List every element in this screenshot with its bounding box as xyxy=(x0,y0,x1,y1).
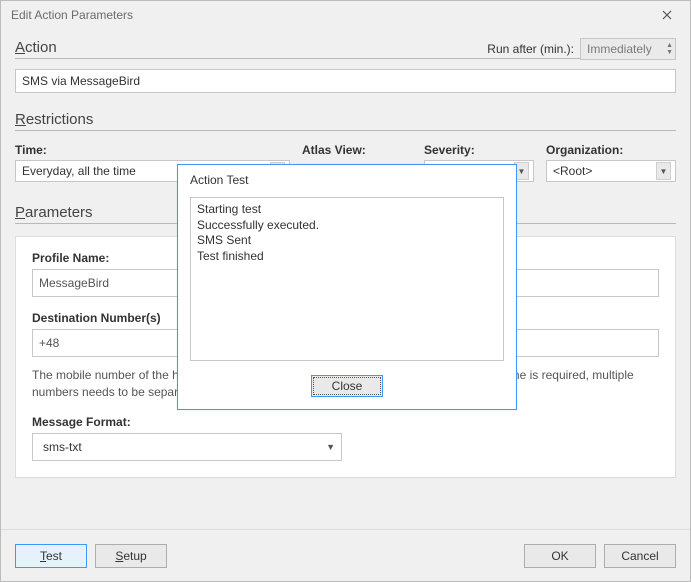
time-value: Everyday, all the time xyxy=(22,164,136,178)
action-test-close-button[interactable]: Close xyxy=(311,375,383,397)
left-button-group: Test Setup xyxy=(15,544,167,568)
ok-button[interactable]: OK xyxy=(524,544,596,568)
organization-label: Organization: xyxy=(546,143,676,157)
action-name-input[interactable] xyxy=(15,69,676,93)
message-format-block: Message Format: sms-txt ▼ xyxy=(32,415,659,461)
window-close-button[interactable] xyxy=(652,5,682,25)
run-after-value: Immediately xyxy=(587,42,652,56)
organization-select[interactable]: <Root> ▼ xyxy=(546,160,676,182)
run-after-spinner[interactable]: ▲ ▼ xyxy=(666,42,673,56)
titlebar: Edit Action Parameters xyxy=(1,1,690,29)
organization-column: Organization: <Root> ▼ xyxy=(546,143,676,182)
chevron-down-icon: ▼ xyxy=(326,442,335,452)
spinner-up-icon[interactable]: ▲ xyxy=(666,42,673,49)
message-format-select[interactable]: sms-txt ▼ xyxy=(32,433,342,461)
time-label: Time: xyxy=(15,143,290,157)
chevron-down-icon: ▼ xyxy=(656,162,671,180)
spinner-down-icon[interactable]: ▼ xyxy=(666,49,673,56)
action-test-footer: Close xyxy=(178,369,516,409)
close-icon xyxy=(662,10,672,20)
action-test-output[interactable]: Starting test Successfully executed. SMS… xyxy=(190,197,504,361)
run-after-input[interactable]: Immediately ▲ ▼ xyxy=(580,38,676,60)
dialog-footer: Test Setup OK Cancel xyxy=(1,529,690,581)
message-format-label: Message Format: xyxy=(32,415,659,429)
message-format-value: sms-txt xyxy=(43,440,82,454)
setup-button[interactable]: Setup xyxy=(95,544,167,568)
atlas-view-label: Atlas View: xyxy=(302,143,412,157)
run-after-label: Run after (min.): xyxy=(487,42,574,56)
run-after-row: Run after (min.): Immediately ▲ ▼ xyxy=(15,37,676,61)
edit-action-parameters-window: Edit Action Parameters Action Run after … xyxy=(0,0,691,582)
window-title: Edit Action Parameters xyxy=(11,8,133,22)
restrictions-heading: Restrictions xyxy=(15,111,676,131)
action-test-title: Action Test xyxy=(178,165,516,189)
cancel-button[interactable]: Cancel xyxy=(604,544,676,568)
organization-value: <Root> xyxy=(553,164,592,178)
severity-label: Severity: xyxy=(424,143,534,157)
right-button-group: OK Cancel xyxy=(524,544,676,568)
test-button[interactable]: Test xyxy=(15,544,87,568)
action-test-dialog: Action Test Starting test Successfully e… xyxy=(177,164,517,410)
